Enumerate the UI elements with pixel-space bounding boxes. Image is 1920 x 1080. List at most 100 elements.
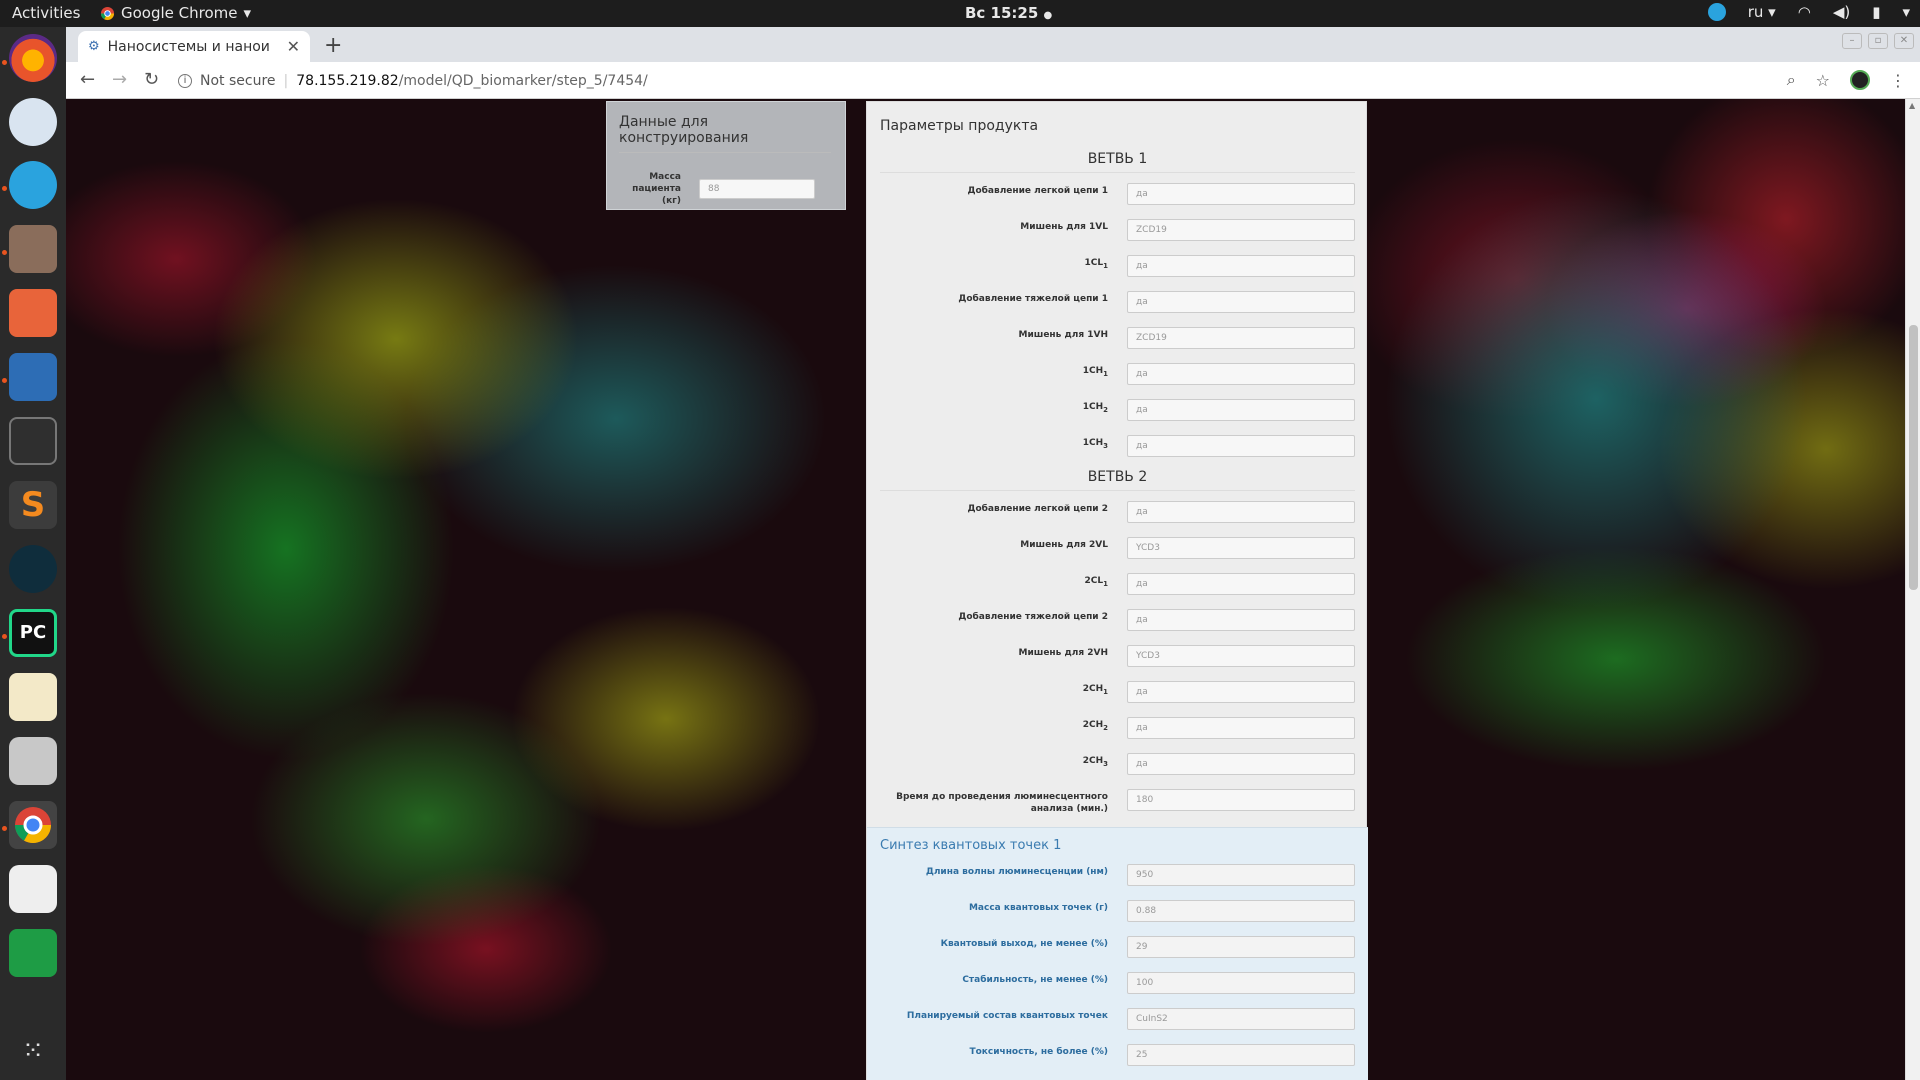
sublime-text-icon[interactable]: S <box>9 481 57 529</box>
battery-icon[interactable]: ▮ <box>1872 3 1880 21</box>
running-indicator <box>2 826 7 831</box>
telegram-tray-icon[interactable] <box>1707 3 1726 21</box>
forward-icon[interactable]: → <box>112 69 127 90</box>
text-editor-icon[interactable] <box>9 673 57 721</box>
address-bar[interactable]: i Not secure | 78.155.219.82/model/QD_bi… <box>178 67 1868 94</box>
evince-icon[interactable] <box>9 865 57 913</box>
field-input[interactable] <box>1127 573 1355 595</box>
form-row: 1CH1 <box>867 363 1368 387</box>
field-label: Мишень для 2VH <box>1018 648 1109 658</box>
menu-kebab-icon[interactable]: ⋮ <box>1890 71 1906 90</box>
field-input[interactable] <box>1127 327 1355 349</box>
calc-icon[interactable] <box>9 929 57 977</box>
field-input[interactable] <box>1127 183 1355 205</box>
form-row: Добавление легкой цепи 2 <box>867 501 1368 525</box>
field-input[interactable] <box>1127 864 1355 886</box>
minimize-button[interactable]: – <box>1842 33 1862 49</box>
field-label: 1CH3 <box>1082 438 1108 450</box>
field-input[interactable] <box>1127 501 1355 523</box>
quantum-dots-title: Синтез квантовых точек 1 <box>880 838 1062 853</box>
form-row: Стабильность, не менее (%) <box>867 972 1368 996</box>
files-icon[interactable] <box>9 225 57 273</box>
field-input[interactable] <box>1127 255 1355 277</box>
field-input[interactable] <box>1127 789 1355 811</box>
patient-mass-label: Масса пациента (кг) <box>632 172 681 206</box>
bookmark-star-icon[interactable]: ☆ <box>1816 71 1830 90</box>
construction-data-panel: Данные для конструирования Масса пациент… <box>606 101 846 210</box>
field-input[interactable] <box>1127 717 1355 739</box>
form-row: Мишень для 2VH <box>867 645 1368 669</box>
tab-close-icon[interactable]: ✕ <box>287 37 300 56</box>
wifi-icon[interactable]: ◠ <box>1798 3 1811 21</box>
field-input[interactable] <box>1127 291 1355 313</box>
product-params-title: Параметры продукта <box>880 118 1039 134</box>
zoom-icon[interactable]: ⌕ <box>1787 70 1796 90</box>
field-input[interactable] <box>1127 936 1355 958</box>
new-tab-button[interactable]: + <box>324 33 342 58</box>
firefox-icon[interactable] <box>9 34 57 82</box>
telegram-icon[interactable] <box>9 161 57 209</box>
activities-button[interactable]: Activities <box>12 4 80 22</box>
form-row: 2CH2 <box>867 717 1368 741</box>
field-input[interactable] <box>1127 399 1355 421</box>
app-name: Google Chrome <box>121 4 238 22</box>
writer-icon[interactable] <box>9 353 57 401</box>
field-input[interactable] <box>1127 363 1355 385</box>
field-label: Стабильность, не менее (%) <box>962 975 1108 985</box>
field-label: Масса квантовых точек (г) <box>968 903 1108 913</box>
maximize-button[interactable]: ▫ <box>1868 33 1888 49</box>
volume-icon[interactable]: ◀) <box>1833 3 1850 21</box>
system-top-bar: Activities Google Chrome ▾ Вс 15:25 ● ru… <box>0 0 1920 27</box>
pycharm-icon[interactable]: PC <box>9 609 57 657</box>
field-input[interactable] <box>1127 1044 1355 1066</box>
branch-2-title: ВЕТВЬ 2 <box>1087 469 1148 485</box>
system-menu-chevron-icon[interactable]: ▾ <box>1902 3 1910 21</box>
field-label: Добавление легкой цепи 1 <box>967 186 1108 196</box>
keyboard-layout[interactable]: ru ▾ <box>1748 3 1776 21</box>
clock[interactable]: Вс 15:25 ● <box>965 4 1052 22</box>
running-indicator <box>2 378 7 383</box>
software-center-icon[interactable] <box>9 289 57 337</box>
field-input[interactable] <box>1127 537 1355 559</box>
browser-tab[interactable]: ⚙ Наносистемы и нанои ✕ <box>78 31 310 62</box>
form-row: Время до проведения люминесцентного анал… <box>867 789 1368 814</box>
field-input[interactable] <box>1127 645 1355 667</box>
scroll-thumb[interactable] <box>1909 325 1918 590</box>
scroll-up-icon[interactable]: ▲ <box>1909 101 1915 110</box>
field-input[interactable] <box>1127 681 1355 703</box>
chrome-dock-icon[interactable] <box>9 801 57 849</box>
app-menu[interactable]: Google Chrome ▾ <box>100 4 251 22</box>
gitkraken-icon[interactable] <box>9 545 57 593</box>
field-input[interactable] <box>1127 219 1355 241</box>
quantum-dots-synthesis-section: Синтез квантовых точек 1 Длина волны люм… <box>867 827 1368 1080</box>
field-input[interactable] <box>1127 753 1355 775</box>
form-row: 1CH2 <box>867 399 1368 423</box>
screenshot-icon[interactable] <box>9 737 57 785</box>
info-icon[interactable]: i <box>178 73 192 88</box>
branch-2-divider <box>880 490 1355 491</box>
back-icon[interactable]: ← <box>80 69 95 90</box>
field-input[interactable] <box>1127 1008 1355 1030</box>
ubuntu-dock: S PC ⁙ <box>0 27 66 1080</box>
page-scrollbar[interactable]: ▲ <box>1905 99 1920 1080</box>
field-input[interactable] <box>1127 435 1355 457</box>
field-label: Мишень для 1VH <box>1018 330 1109 340</box>
terminal-icon[interactable] <box>9 417 57 465</box>
favicon-icon: ⚙ <box>88 39 100 54</box>
field-input[interactable] <box>1127 972 1355 994</box>
notification-dot-icon: ● <box>1043 10 1053 21</box>
tab-title: Наносистемы и нанои <box>107 38 270 55</box>
close-window-button[interactable]: ✕ <box>1894 33 1914 49</box>
field-input[interactable] <box>1127 900 1355 922</box>
profile-avatar[interactable] <box>1850 70 1870 90</box>
thunderbird-icon[interactable] <box>9 98 57 146</box>
field-label: 1CH1 <box>1082 366 1108 378</box>
patient-mass-field[interactable] <box>699 179 815 199</box>
url-text: 78.155.219.82/model/QD_biomarker/step_5/… <box>296 72 648 89</box>
show-apps-icon[interactable]: ⁙ <box>9 1027 57 1075</box>
tab-strip: ⚙ Наносистемы и нанои ✕ + – ▫ ✕ <box>66 27 1920 62</box>
form-row: Токсичность, не более (%) <box>867 1044 1368 1068</box>
reload-icon[interactable]: ↻ <box>144 69 159 90</box>
field-input[interactable] <box>1127 609 1355 631</box>
toolbar-actions: ⌕ ☆ ⋮ <box>1787 70 1906 90</box>
